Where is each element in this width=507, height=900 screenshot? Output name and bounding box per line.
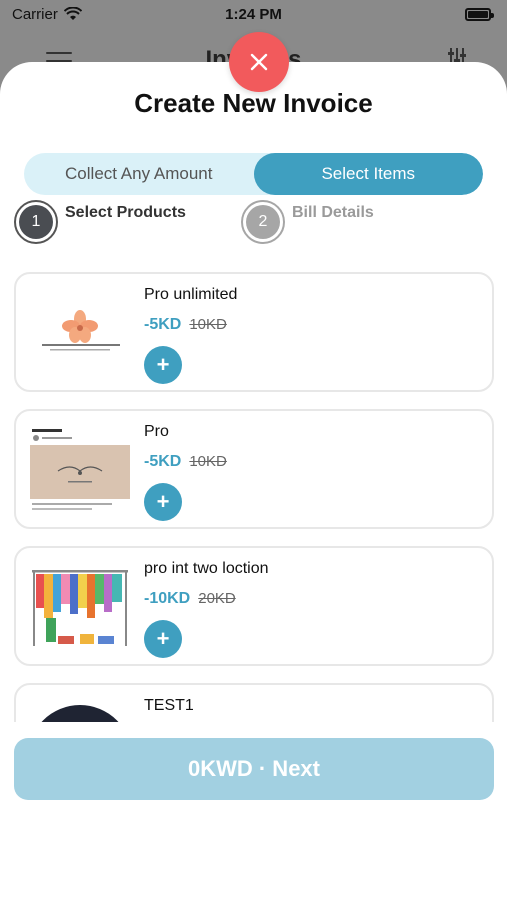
step-number-circle: 1	[14, 200, 58, 244]
product-name: pro int two loction	[144, 560, 269, 577]
product-name: Pro	[144, 423, 169, 440]
carrier-label: Carrier	[12, 5, 58, 23]
product-original-price: 10KD	[189, 316, 227, 333]
step-number: 2	[246, 205, 280, 239]
invoice-type-segment: Collect Any Amount Select Items	[24, 153, 483, 195]
product-card[interactable]: pro int two loction -10KD 20KD +	[14, 546, 494, 666]
tab-select-items[interactable]: Select Items	[253, 153, 483, 195]
product-name: TEST1	[144, 697, 194, 714]
product-name: Pro unlimited	[144, 286, 238, 303]
create-invoice-sheet: Create New Invoice Collect Any Amount Se…	[0, 62, 507, 900]
sheet-title: Create New Invoice	[134, 88, 373, 118]
product-card[interactable]: TEST1	[14, 683, 494, 722]
add-product-button[interactable]: +	[144, 483, 182, 521]
product-price: -5KD	[144, 316, 182, 333]
product-card[interactable]: Pro -5KD 10KD +	[14, 409, 494, 529]
step-label: Select Products	[65, 204, 186, 221]
add-product-button[interactable]: +	[144, 620, 182, 658]
product-price: -10KD	[144, 590, 191, 607]
product-original-price: 10KD	[189, 453, 227, 470]
product-list[interactable]: Pro unlimited -5KD 10KD + Pro -5KD 10KD …	[14, 272, 494, 722]
product-image-dark-circle	[28, 699, 132, 722]
status-bar: Carrier 1:24 PM	[0, 0, 507, 28]
product-image-flower-logo	[28, 288, 132, 380]
wifi-icon	[63, 7, 82, 20]
product-prices: -10KD 20KD	[144, 590, 236, 608]
product-prices: -5KD 10KD	[144, 453, 227, 471]
step-label: Bill Details	[292, 204, 374, 221]
step-indicator: 1 Select Products 2 Bill Details	[14, 200, 494, 248]
product-image-clothes-rack	[28, 562, 132, 654]
status-left: Carrier	[12, 6, 82, 23]
step-select-products: 1 Select Products	[14, 200, 186, 244]
battery-icon	[465, 7, 494, 21]
product-image-instagram-post	[28, 425, 132, 517]
close-icon	[250, 53, 268, 71]
step-number-circle: 2	[241, 200, 285, 244]
step-bill-details: 2 Bill Details	[241, 200, 374, 244]
product-original-price: 20KD	[198, 590, 236, 607]
close-button[interactable]	[229, 32, 289, 92]
tab-collect-any-amount[interactable]: Collect Any Amount	[24, 153, 254, 195]
next-button[interactable]: 0KWD · Next	[14, 738, 494, 800]
product-price: -5KD	[144, 453, 182, 470]
step-number: 1	[19, 205, 53, 239]
add-product-button[interactable]: +	[144, 346, 182, 384]
product-card[interactable]: Pro unlimited -5KD 10KD +	[14, 272, 494, 392]
product-prices: -5KD 10KD	[144, 316, 227, 334]
